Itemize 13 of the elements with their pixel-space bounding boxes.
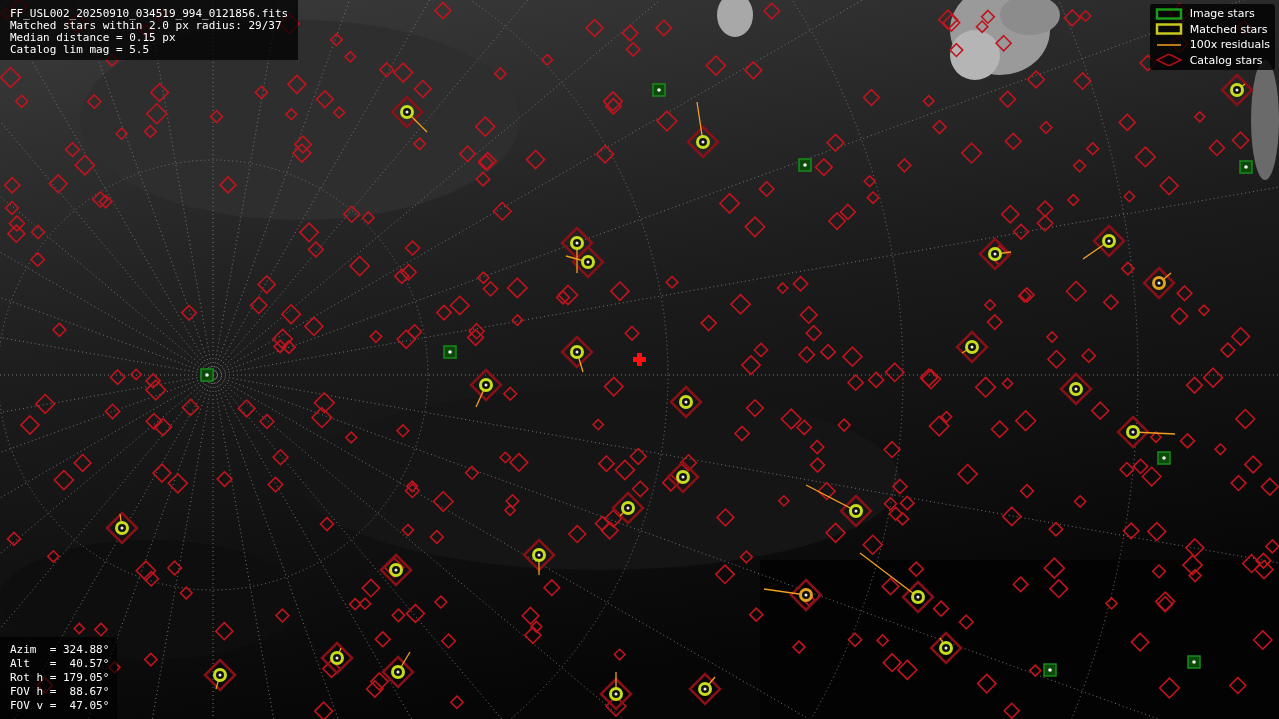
pointing-text: Rot h = 179.05° (10, 671, 110, 685)
legend-label: Image stars (1189, 7, 1255, 21)
info-text: Catalog lim mag = 5.5 (10, 44, 151, 56)
pointing-text: Alt = 40.57° (10, 657, 110, 671)
pointing-text: FOV h = 88.67° (10, 685, 110, 699)
info-text: FF_USL002_20250910_034519_994_0121856.fits (10, 8, 289, 20)
legend-label: 100x residuals (1189, 38, 1270, 52)
pointing-text: Azim = 324.88° (10, 643, 110, 657)
legend-label: Catalog stars (1189, 53, 1263, 67)
legend-label: Matched stars (1189, 22, 1268, 36)
info-text: Matched stars within 2.0 px radius: 29/37 (10, 20, 282, 32)
info-text: Median distance = 0.15 px (10, 32, 177, 44)
pointing-text: FOV v = 47.05° (10, 699, 110, 713)
